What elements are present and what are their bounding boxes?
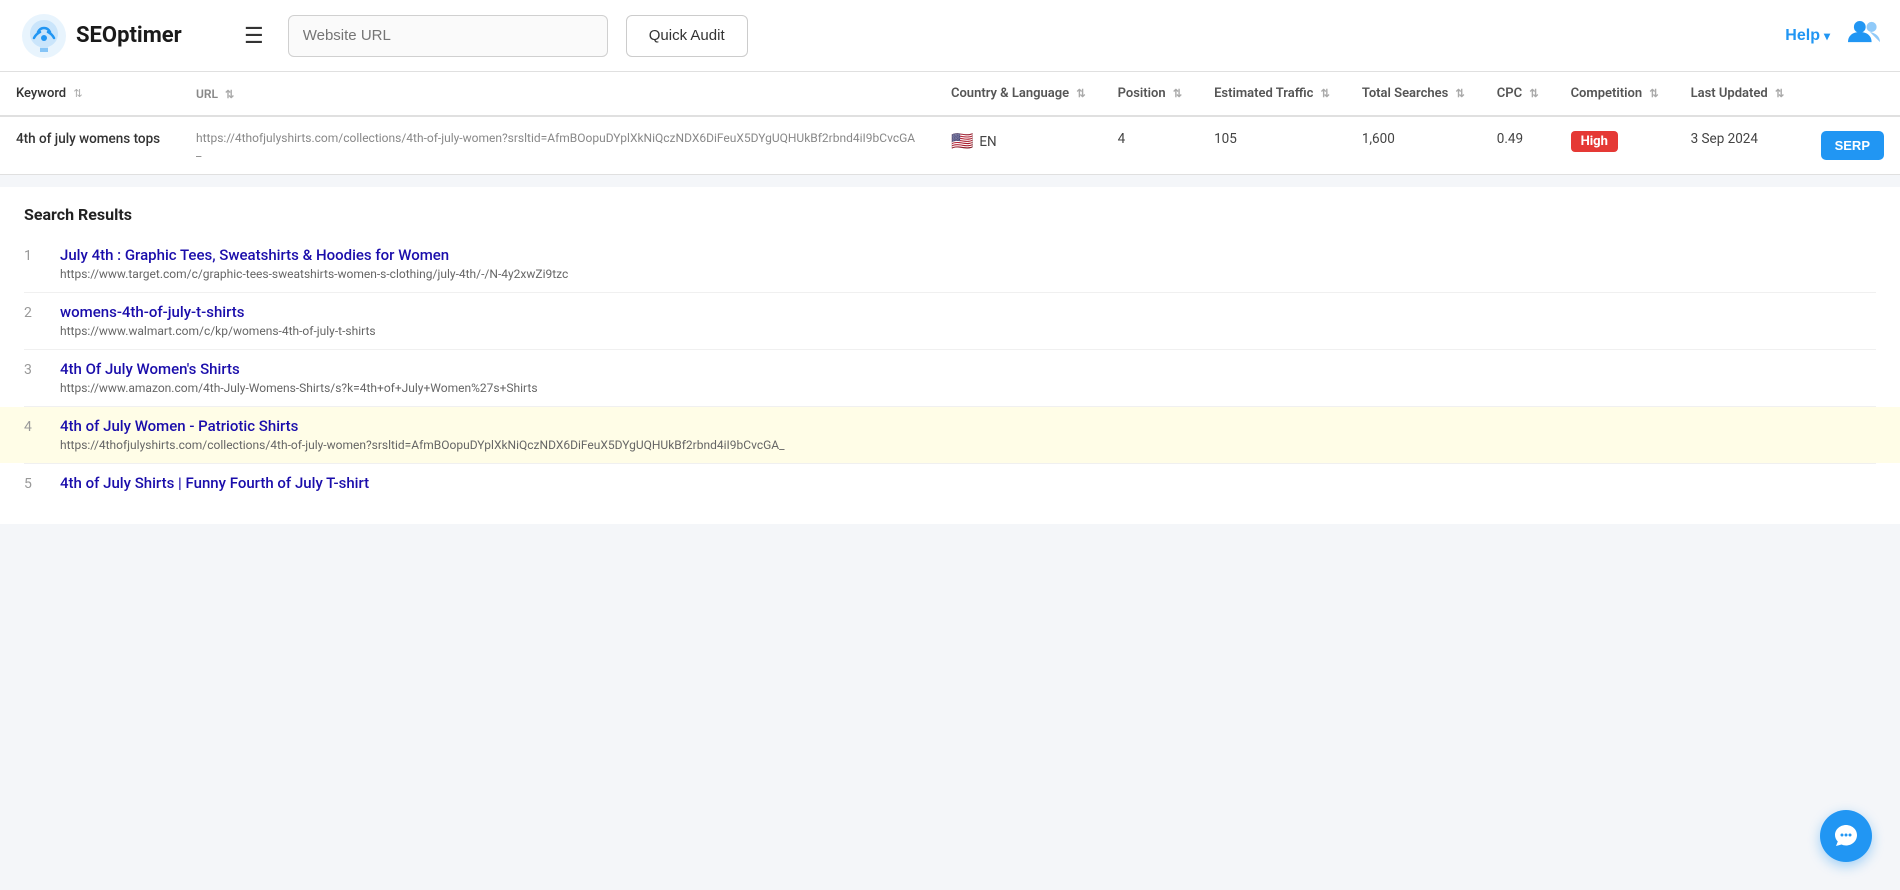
table-section: Keyword ⇅ URL ⇅ Country & Language ⇅ Pos… <box>0 72 1900 175</box>
header: SEOptimer ☰ Quick Audit Help ▾ <box>0 0 1900 72</box>
cell-cpc: 0.49 <box>1481 116 1555 174</box>
list-item: 4 4th of July Women - Patriotic Shirts h… <box>0 407 1900 463</box>
th-cpc[interactable]: CPC ⇅ <box>1481 72 1555 116</box>
search-results-section: Search Results 1 July 4th : Graphic Tees… <box>0 187 1900 524</box>
result-content: 4th of July Women - Patriotic Shirts htt… <box>60 417 1876 453</box>
sort-icon-traffic: ⇅ <box>1321 87 1330 100</box>
cell-keyword: 4th of july womens tops <box>0 116 180 174</box>
cell-competition: High <box>1555 116 1675 174</box>
result-title[interactable]: July 4th : Graphic Tees, Sweatshirts & H… <box>60 246 1876 264</box>
quick-audit-button[interactable]: Quick Audit <box>626 15 748 57</box>
result-title[interactable]: womens-4th-of-july-t-shirts <box>60 303 1876 321</box>
cell-estimated-traffic: 105 <box>1198 116 1346 174</box>
result-number: 1 <box>24 246 44 264</box>
users-icon <box>1848 18 1880 46</box>
logo-text: SEOptimer <box>76 23 182 48</box>
sort-icon-lastupdated: ⇅ <box>1775 87 1784 100</box>
help-button[interactable]: Help ▾ <box>1785 27 1830 45</box>
th-competition[interactable]: Competition ⇅ <box>1555 72 1675 116</box>
sort-icon-searches: ⇅ <box>1456 87 1465 100</box>
result-title[interactable]: 4th of July Women - Patriotic Shirts <box>60 417 1876 435</box>
result-number: 3 <box>24 360 44 378</box>
sort-icon-keyword: ⇅ <box>73 87 82 100</box>
result-number: 5 <box>24 474 44 492</box>
search-results-heading: Search Results <box>0 187 1900 236</box>
th-estimated-traffic[interactable]: Estimated Traffic ⇅ <box>1198 72 1346 116</box>
result-url: https://www.target.com/c/graphic-tees-sw… <box>60 267 568 281</box>
table-header-row: Keyword ⇅ URL ⇅ Country & Language ⇅ Pos… <box>0 72 1900 116</box>
result-content: July 4th : Graphic Tees, Sweatshirts & H… <box>60 246 1876 282</box>
result-number: 4 <box>24 417 44 435</box>
cell-url: https://4thofjulyshirts.com/collections/… <box>180 116 935 174</box>
logo-area: SEOptimer <box>20 12 220 60</box>
result-url: https://www.walmart.com/c/kp/womens-4th-… <box>60 324 376 338</box>
url-input[interactable] <box>288 15 608 57</box>
chat-icon <box>1833 823 1859 849</box>
th-serp <box>1805 72 1900 116</box>
list-item: 2 womens-4th-of-july-t-shirts https://ww… <box>0 293 1900 349</box>
chevron-down-icon: ▾ <box>1824 29 1830 43</box>
result-title[interactable]: 4th of July Shirts | Funny Fourth of Jul… <box>60 474 1876 492</box>
result-url: https://4thofjulyshirts.com/collections/… <box>60 438 785 452</box>
chat-fab-button[interactable] <box>1820 810 1872 862</box>
th-position[interactable]: Position ⇅ <box>1102 72 1199 116</box>
flag-icon: 🇺🇸 <box>951 131 973 152</box>
th-keyword[interactable]: Keyword ⇅ <box>0 72 180 116</box>
th-url[interactable]: URL ⇅ <box>180 72 935 116</box>
cell-last-updated: 3 Sep 2024 <box>1675 116 1805 174</box>
result-content: 4th Of July Women's Shirts https://www.a… <box>60 360 1876 396</box>
cell-country-language: 🇺🇸 EN <box>935 116 1102 174</box>
result-title[interactable]: 4th Of July Women's Shirts <box>60 360 1876 378</box>
th-country-language[interactable]: Country & Language ⇅ <box>935 72 1102 116</box>
result-number: 2 <box>24 303 44 321</box>
language-label: EN <box>979 134 996 150</box>
th-last-updated[interactable]: Last Updated ⇅ <box>1675 72 1805 116</box>
hamburger-button[interactable]: ☰ <box>238 17 270 55</box>
sort-icon-country: ⇅ <box>1076 87 1085 100</box>
main-content: Keyword ⇅ URL ⇅ Country & Language ⇅ Pos… <box>0 72 1900 524</box>
serp-button[interactable]: SERP <box>1821 131 1884 160</box>
logo-icon <box>20 12 68 60</box>
sort-icon-url: ⇅ <box>225 88 234 101</box>
cell-total-searches: 1,600 <box>1346 116 1481 174</box>
sort-icon-position: ⇅ <box>1173 87 1182 100</box>
result-content: 4th of July Shirts | Funny Fourth of Jul… <box>60 474 1876 494</box>
competition-badge: High <box>1571 131 1618 152</box>
list-item: 1 July 4th : Graphic Tees, Sweatshirts &… <box>0 236 1900 292</box>
cell-serp: SERP <box>1805 116 1900 174</box>
sort-icon-competition: ⇅ <box>1649 87 1658 100</box>
sort-icon-cpc: ⇅ <box>1529 87 1538 100</box>
help-label: Help <box>1785 27 1820 45</box>
list-item: 5 4th of July Shirts | Funny Fourth of J… <box>0 464 1900 504</box>
result-content: womens-4th-of-july-t-shirts https://www.… <box>60 303 1876 339</box>
list-item: 3 4th Of July Women's Shirts https://www… <box>0 350 1900 406</box>
user-icon-button[interactable] <box>1848 18 1880 53</box>
cell-position: 4 <box>1102 116 1199 174</box>
th-total-searches[interactable]: Total Searches ⇅ <box>1346 72 1481 116</box>
flag-language: 🇺🇸 EN <box>951 131 1086 152</box>
result-url: https://www.amazon.com/4th-July-Womens-S… <box>60 381 538 395</box>
keywords-table: Keyword ⇅ URL ⇅ Country & Language ⇅ Pos… <box>0 72 1900 174</box>
table-row: 4th of july womens tops https://4thofjul… <box>0 116 1900 174</box>
